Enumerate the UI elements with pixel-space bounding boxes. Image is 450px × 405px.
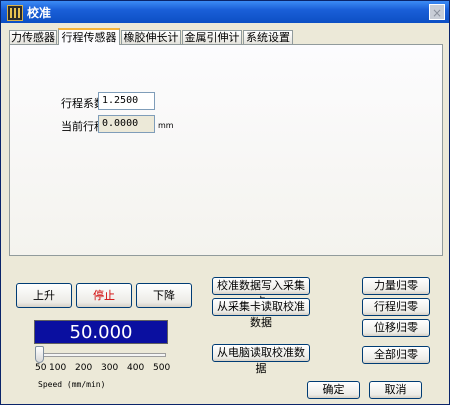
speed-display: 50.000 — [34, 320, 168, 344]
speed-tick: 50 — [35, 363, 47, 373]
tab-force-sensor[interactable]: 力传感器 — [9, 30, 57, 44]
stroke-coefficient-input[interactable]: 1.2500 — [98, 92, 155, 110]
tab-system-settings[interactable]: 系统设置 — [243, 30, 293, 44]
speed-caption: Speed (mm/min) — [38, 380, 106, 389]
speed-slider-thumb[interactable] — [35, 346, 44, 363]
write-calibration-button[interactable]: 校准数据写入采集卡 — [212, 277, 310, 308]
title-bar[interactable]: 校准 × — [1, 1, 449, 23]
read-pc-calibration-button[interactable]: 从电脑读取校准数据 — [212, 344, 310, 375]
tab-rubber-extensometer[interactable]: 橡胶伸长计 — [121, 30, 181, 44]
speed-tick: 500 — [153, 363, 171, 373]
stop-button[interactable]: 停止 — [76, 283, 132, 308]
calibration-window: 校准 × 力传感器 行程传感器 橡胶伸长计 金属引伸计 系统设置 行程系数 1.… — [0, 0, 450, 405]
close-icon[interactable]: × — [429, 4, 445, 20]
down-button[interactable]: 下降 — [136, 283, 192, 308]
stroke-sensor-panel: 行程系数 1.2500 当前行程 0.0000 mm — [9, 44, 443, 256]
app-icon — [7, 5, 23, 21]
speed-tick: 400 — [127, 363, 145, 373]
force-zero-button[interactable]: 力量归零 — [362, 277, 430, 295]
speed-tick: 200 — [75, 363, 93, 373]
stroke-zero-button[interactable]: 行程归零 — [362, 298, 430, 316]
current-stroke-unit: mm — [158, 121, 174, 130]
speed-slider[interactable] — [38, 353, 166, 357]
tab-stroke-sensor[interactable]: 行程传感器 — [58, 28, 120, 45]
ok-button[interactable]: 确定 — [307, 381, 360, 399]
cancel-button[interactable]: 取消 — [369, 381, 422, 399]
displacement-zero-button[interactable]: 位移归零 — [362, 319, 430, 337]
current-stroke-value: 0.0000 — [98, 115, 155, 133]
up-button[interactable]: 上升 — [16, 283, 72, 308]
window-title: 校准 — [27, 6, 52, 20]
tab-metal-extensometer[interactable]: 金属引伸计 — [182, 30, 242, 44]
all-zero-button[interactable]: 全部归零 — [362, 346, 430, 364]
speed-tick: 100 — [49, 363, 67, 373]
read-card-calibration-button[interactable]: 从采集卡读取校准数据 — [212, 298, 310, 329]
speed-tick: 300 — [101, 363, 119, 373]
